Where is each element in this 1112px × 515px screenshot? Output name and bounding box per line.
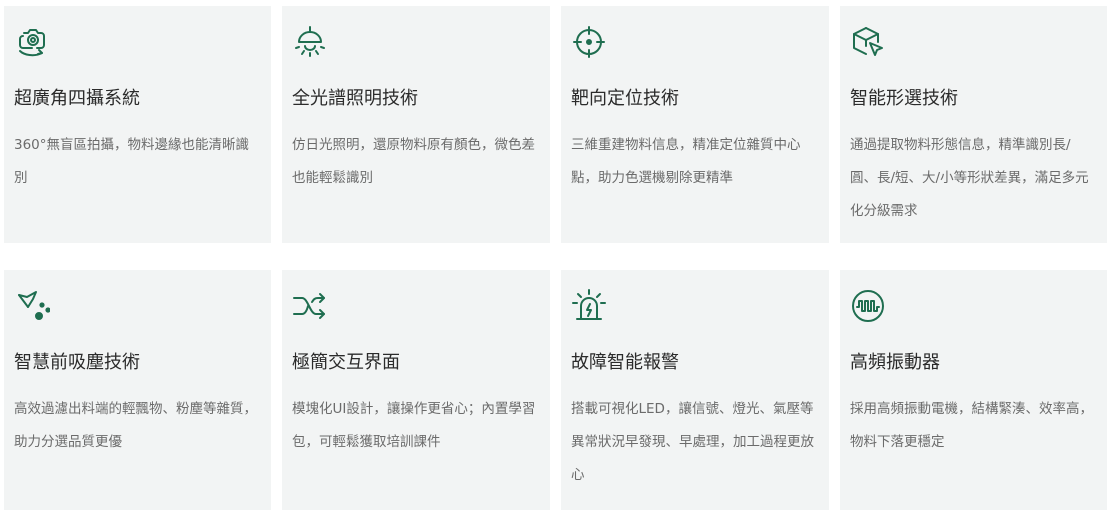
- feature-card: 智慧前吸塵技術 高效過濾出料端的輕飄物、粉塵等雜質，助力分選品質更優: [4, 270, 271, 510]
- feature-description: 三維重建物料信息，精准定位雜質中心點，助力色選機剔除更精準: [571, 137, 801, 186]
- feature-description: 採用高頻振動電機，結構緊湊、效率高，物料下落更穩定: [850, 401, 1093, 450]
- alarm-light-icon: [571, 288, 607, 324]
- feature-title: 全光譜照明技術: [292, 88, 418, 109]
- feature-grid: 超廣角四攝系統 360°無盲區拍攝，物料邊緣也能清晰識別 全光譜照明技術 仿日光…: [0, 0, 1112, 515]
- feature-card: 智能形選技術 通過提取物料形態信息，精準識別長/圓、長/短、大/小等形狀差異，滿…: [840, 6, 1107, 243]
- ceiling-lamp-icon: [292, 24, 328, 60]
- cube-cursor-icon: [850, 24, 886, 60]
- feature-title: 超廣角四攝系統: [14, 88, 140, 109]
- feature-title: 智能形選技術: [850, 88, 958, 109]
- feature-card: 超廣角四攝系統 360°無盲區拍攝，物料邊緣也能清晰識別: [4, 6, 271, 243]
- feature-description: 仿日光照明，還原物料原有顏色，微色差也能輕鬆識別: [292, 137, 535, 186]
- feature-description: 通過提取物料形態信息，精準識別長/圓、長/短、大/小等形狀差異，滿足多元化分級需…: [850, 137, 1089, 219]
- feature-title: 極簡交互界面: [292, 352, 400, 373]
- feature-title: 靶向定位技術: [571, 88, 679, 109]
- feature-card: 高頻振動器 採用高頻振動電機，結構緊湊、效率高，物料下落更穩定: [840, 270, 1107, 510]
- dust-removal-icon: [14, 288, 50, 324]
- feature-description: 模塊化UI設計，讓操作更省心；內置學習包，可輕鬆獲取培訓課件: [292, 401, 536, 450]
- feature-card: 極簡交互界面 模塊化UI設計，讓操作更省心；內置學習包，可輕鬆獲取培訓課件: [282, 270, 550, 510]
- feature-title: 高頻振動器: [850, 352, 940, 373]
- feature-description: 搭載可視化LED，讓信號、燈光、氣壓等異常狀況早發現、早處理，加工過程更放心: [571, 401, 814, 483]
- feature-card: 故障智能報警 搭載可視化LED，讓信號、燈光、氣壓等異常狀況早發現、早處理，加工…: [561, 270, 829, 510]
- feature-card: 靶向定位技術 三維重建物料信息，精准定位雜質中心點，助力色選機剔除更精準: [561, 6, 829, 243]
- shuffle-arrows-icon: [292, 288, 328, 324]
- feature-title: 故障智能報警: [571, 352, 679, 373]
- camera-rotate-icon: [14, 24, 50, 60]
- feature-description: 360°無盲區拍攝，物料邊緣也能清晰識別: [14, 137, 250, 186]
- crosshair-target-icon: [571, 24, 607, 60]
- feature-card: 全光譜照明技術 仿日光照明，還原物料原有顏色，微色差也能輕鬆識別: [282, 6, 550, 243]
- vibration-wave-icon: [850, 288, 886, 324]
- feature-description: 高效過濾出料端的輕飄物、粉塵等雜質，助力分選品質更優: [14, 401, 257, 450]
- feature-title: 智慧前吸塵技術: [14, 352, 140, 373]
